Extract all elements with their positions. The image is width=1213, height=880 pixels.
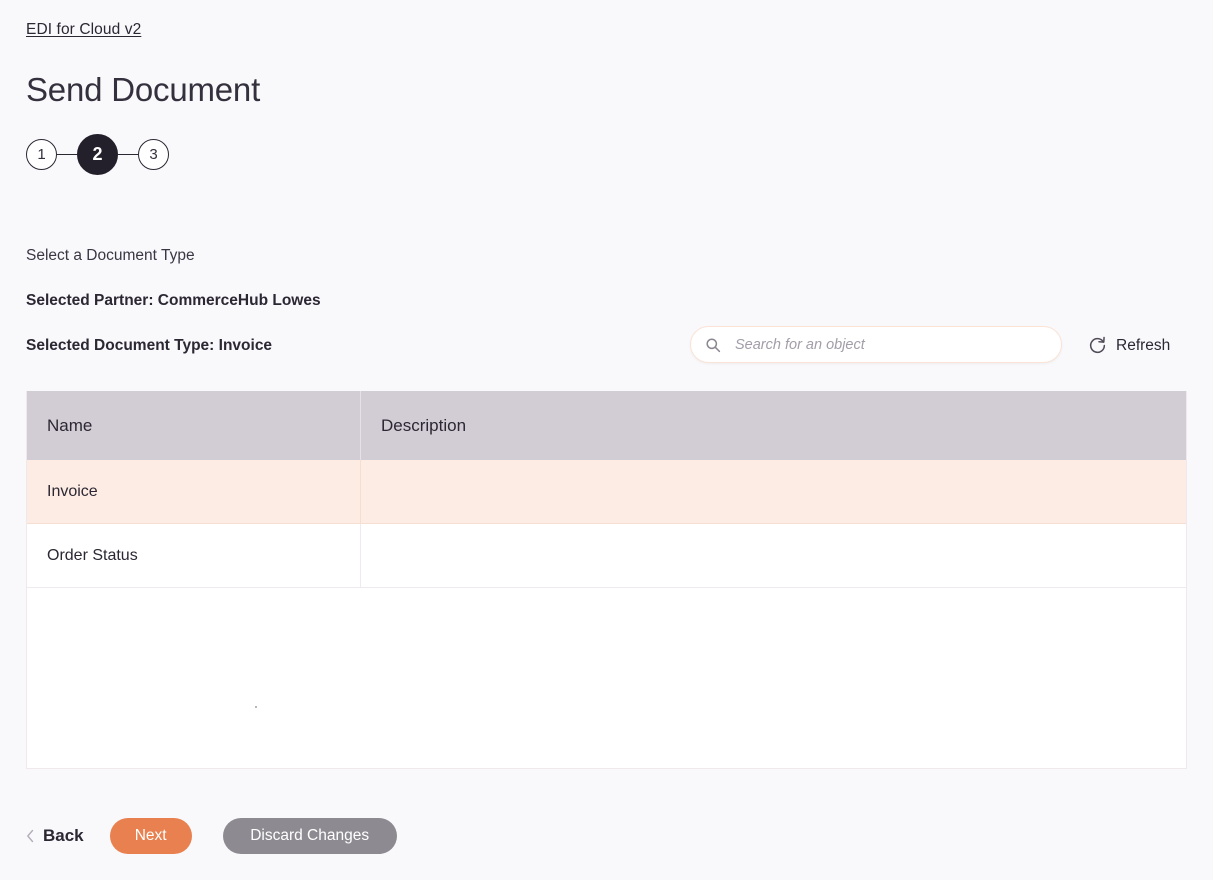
next-button[interactable]: Next bbox=[109, 818, 192, 854]
refresh-label: Refresh bbox=[1116, 336, 1171, 354]
chevron-left-icon bbox=[26, 829, 35, 843]
discard-changes-button[interactable]: Discard Changes bbox=[222, 818, 397, 854]
breadcrumb-edi-for-cloud-v2[interactable]: EDI for Cloud v2 bbox=[26, 21, 141, 39]
cell-description bbox=[361, 460, 1186, 523]
refresh-button[interactable]: Refresh bbox=[1088, 336, 1170, 355]
table-marker-dot bbox=[255, 706, 257, 708]
stepper-step-1[interactable]: 1 bbox=[26, 139, 57, 170]
stepper-step-2-label: 2 bbox=[92, 144, 103, 164]
stepper-step-2[interactable]: 2 bbox=[77, 134, 118, 175]
send-document-page: EDI for Cloud v2 Send Document 1 2 3 Sel… bbox=[0, 0, 1213, 880]
cell-name: Invoice bbox=[27, 460, 361, 523]
column-header-description[interactable]: Description bbox=[361, 391, 1186, 460]
stepper-step-1-label: 1 bbox=[37, 146, 46, 163]
cell-name: Order Status bbox=[27, 524, 361, 587]
selected-partner-text: Selected Partner: CommerceHub Lowes bbox=[26, 292, 321, 309]
stepper-connector-2 bbox=[118, 154, 138, 155]
search-input[interactable] bbox=[733, 327, 1047, 362]
search-box[interactable] bbox=[690, 326, 1062, 363]
selected-document-type-text: Selected Document Type: Invoice bbox=[26, 337, 273, 354]
table-row[interactable]: Order Status bbox=[27, 524, 1186, 588]
table-header-row: Name Description bbox=[27, 391, 1186, 460]
table-column-divider bbox=[361, 588, 362, 768]
select-document-type-instruction: Select a Document Type bbox=[26, 247, 195, 264]
footer-actions: Back Next Discard Changes bbox=[26, 818, 397, 854]
page-title: Send Document bbox=[26, 71, 261, 108]
stepper: 1 2 3 bbox=[26, 134, 169, 175]
search-icon bbox=[705, 337, 721, 353]
column-header-name[interactable]: Name bbox=[27, 391, 361, 460]
table-empty-space bbox=[27, 588, 1186, 768]
cell-description bbox=[361, 524, 1186, 587]
stepper-step-3[interactable]: 3 bbox=[138, 139, 169, 170]
table-row[interactable]: Invoice bbox=[27, 460, 1186, 524]
back-label: Back bbox=[43, 826, 84, 845]
refresh-icon bbox=[1088, 336, 1107, 355]
document-type-table: Name Description Invoice Order Status bbox=[26, 391, 1187, 769]
stepper-step-3-label: 3 bbox=[149, 146, 158, 163]
stepper-connector-1 bbox=[57, 154, 77, 155]
back-button[interactable]: Back bbox=[26, 826, 84, 846]
